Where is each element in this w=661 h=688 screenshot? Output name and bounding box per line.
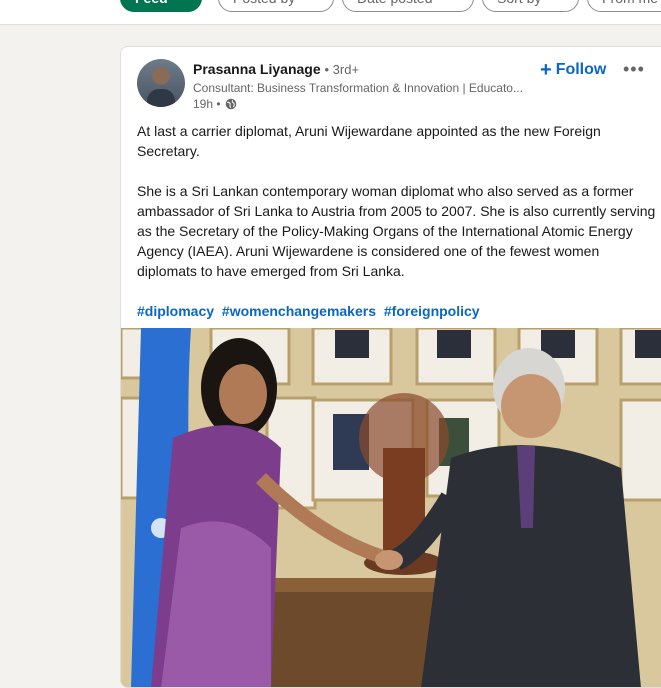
hashtag-link[interactable]: #foreignpolicy: [384, 303, 480, 319]
post-paragraph: She is a Sri Lankan contemporary woman d…: [137, 183, 656, 279]
follow-label: Follow: [555, 61, 607, 78]
hashtag-link[interactable]: #womenchangemakers: [222, 303, 376, 319]
post-card: Prasanna Liyanage • 3rd+ Consultant: Bus…: [120, 46, 661, 688]
author-name[interactable]: Prasanna Liyanage: [193, 61, 321, 77]
photo-illustration: [121, 328, 661, 687]
more-options-icon[interactable]: •••: [623, 59, 645, 79]
filter-from-member-button[interactable]: From me: [587, 0, 661, 12]
plus-icon: +: [540, 59, 552, 81]
filter-feed-button[interactable]: Feed: [120, 0, 202, 12]
connection-degree: • 3rd+: [324, 62, 360, 77]
filter-posted-by-button[interactable]: Posted by: [218, 0, 334, 12]
filter-date-posted-button[interactable]: Date posted: [342, 0, 474, 12]
avatar[interactable]: [137, 59, 185, 107]
post-paragraph: At last a carrier diplomat, Aruni Wijewa…: [137, 123, 601, 159]
hashtags: #diplomacy #womenchangemakers #foreignpo…: [137, 301, 657, 321]
filter-bar: Feed Posted by Date posted Sort by From …: [0, 0, 661, 25]
follow-button[interactable]: + Follow: [540, 59, 606, 81]
post-text: At last a carrier diplomat, Aruni Wijewa…: [137, 121, 657, 321]
filter-sort-by-button[interactable]: Sort by: [482, 0, 579, 12]
post-time: 19h •: [193, 97, 221, 111]
author-line: Prasanna Liyanage • 3rd+: [193, 61, 359, 77]
globe-icon: [225, 98, 236, 110]
hashtag-link[interactable]: #diplomacy: [137, 303, 214, 319]
post-meta: 19h •: [193, 97, 237, 111]
author-headline: Consultant: Business Transformation & In…: [193, 81, 523, 95]
post-image[interactable]: [121, 328, 661, 687]
